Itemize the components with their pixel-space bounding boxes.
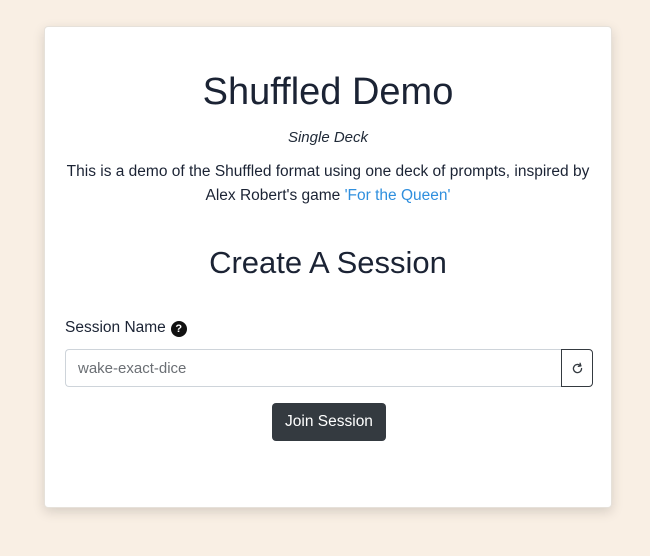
page-title: Shuffled Demo (202, 71, 454, 113)
session-name-label-row: Session Name ? (65, 319, 187, 337)
session-card: Shuffled Demo Single Deck This is a demo… (44, 26, 612, 508)
refresh-session-name-button[interactable] (561, 349, 593, 387)
page-description: This is a demo of the Shuffled format us… (61, 160, 595, 208)
page-subtitle: Single Deck (287, 129, 369, 146)
description-text: This is a demo of the Shuffled format us… (66, 163, 590, 204)
session-name-input[interactable] (65, 349, 561, 387)
session-name-input-group (65, 349, 593, 387)
for-the-queen-link[interactable]: 'For the Queen' (345, 187, 451, 204)
join-session-button[interactable]: Join Session (272, 403, 386, 441)
session-name-label: Session Name (65, 319, 166, 336)
question-circle-icon[interactable]: ? (170, 321, 187, 337)
refresh-icon (572, 362, 582, 373)
create-session-heading: Create A Session (209, 245, 447, 280)
